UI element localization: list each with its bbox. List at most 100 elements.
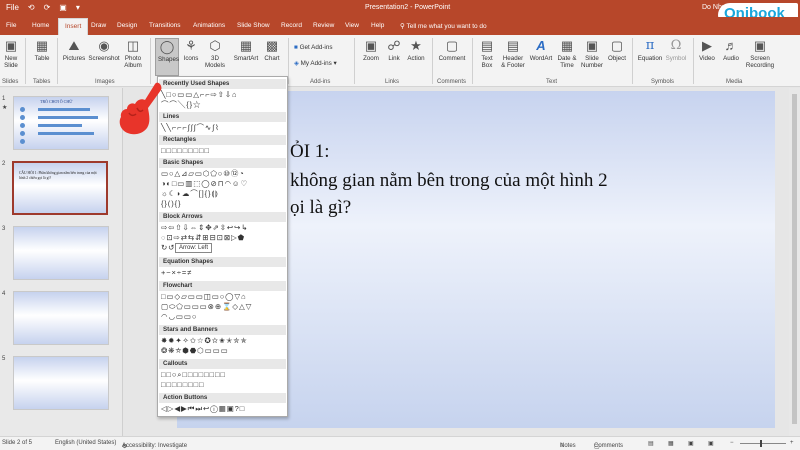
shape-row[interactable]: □□□□□□□□	[161, 381, 204, 389]
table-button[interactable]: ▦ Table	[32, 38, 52, 62]
table-label: Table	[34, 55, 50, 62]
start-slideshow-icon[interactable]: ▣	[59, 3, 67, 12]
slide-number-icon: ▣	[585, 38, 599, 53]
zoom-in-icon[interactable]: +	[790, 440, 794, 446]
shape-row[interactable]: ☼☾◗☁⌒[]{}⟬⟭	[161, 190, 219, 198]
slide-sorter-icon[interactable]: ▦	[668, 440, 674, 447]
slideshow-view-icon[interactable]: ▣	[708, 440, 714, 447]
screen-recording-button[interactable]: ▣ Screen Recording	[743, 38, 777, 69]
category-equation-shapes: Equation Shapes	[159, 257, 286, 267]
tab-help[interactable]: Help	[371, 22, 384, 29]
tab-transitions[interactable]: Transitions	[149, 22, 181, 29]
shape-row[interactable]: ▭○△⊿▱▭⬡⬠○⑩⑫◔	[161, 170, 245, 178]
shape-row[interactable]: ▢⬭⬠▭▭▭⊗⊕⌛◇△▽	[161, 303, 252, 311]
language-status[interactable]: English (United States)	[55, 440, 116, 446]
shape-row[interactable]: +−×÷=≠	[161, 269, 192, 277]
shape-row[interactable]: ◌⊡⇨⇄⇆⇵⊞⊟⊡⊠▷⬟	[161, 234, 245, 242]
get-addins-button[interactable]: ■ Get Add-ins	[294, 44, 332, 51]
category-stars-banners: Stars and Banners	[159, 325, 286, 335]
slide-thumbnail-1[interactable]: TRÒ CHƠI Ô CHỮ	[13, 96, 109, 150]
zoom-out-icon[interactable]: −	[730, 440, 734, 446]
slide-text-line-2[interactable]: không gian nằm bên trong của một hình 2	[290, 170, 608, 192]
tell-me-search[interactable]: ⚲ Tell me what you want to do	[400, 22, 487, 30]
customize-qat-icon[interactable]: ▾	[76, 3, 80, 12]
scrollbar-thumb[interactable]	[792, 94, 797, 424]
wordart-button[interactable]: A WordArt	[528, 38, 554, 62]
shape-row[interactable]: ◑◐□▭▥⬚◯⊘⊓◠☺♡	[161, 180, 248, 188]
new-slide-button[interactable]: ▣ New Slide	[2, 38, 20, 69]
audio-button[interactable]: ♬ Audio	[720, 38, 742, 62]
my-addins-button[interactable]: ◈ My Add-ins ▾	[294, 60, 337, 67]
shape-row[interactable]: ✸✹✦✧✩☆✪✫✬✭✮✯	[161, 337, 248, 345]
slide-thumbnail-3[interactable]	[13, 226, 109, 280]
shape-row[interactable]: ⌒⌒╲{}☆	[161, 101, 201, 109]
pane-splitter[interactable]	[122, 88, 123, 436]
shape-row[interactable]: ◠◡▭▭○	[161, 313, 197, 321]
vertical-scrollbar[interactable]	[789, 88, 800, 436]
text-box-icon: ▤	[480, 38, 494, 53]
icons-button[interactable]: ⚘ Icons	[181, 38, 201, 62]
equation-button[interactable]: π Equation	[635, 38, 665, 62]
category-block-arrows: Block Arrows	[159, 212, 286, 222]
zoom-button[interactable]: ▣ Zoom	[360, 38, 382, 62]
date-time-button[interactable]: ▦ Date & Time	[555, 38, 579, 69]
photo-album-button[interactable]: ◫ Photo Album	[121, 38, 145, 69]
tab-view[interactable]: View	[345, 22, 359, 29]
zoom-slider-thumb[interactable]	[760, 440, 762, 447]
file-quick-label[interactable]: File	[6, 3, 19, 12]
tab-review[interactable]: Review	[313, 22, 334, 29]
ribbon-tab-bar: File Home Insert Draw Design Transitions…	[0, 17, 800, 35]
text-box-button[interactable]: ▤ Text Box	[477, 38, 497, 69]
shape-row[interactable]: ❂❋⛤⬢⬣⬡▭▭▭	[161, 347, 229, 355]
object-button[interactable]: ▢ Object	[606, 38, 628, 62]
group-separator	[632, 38, 633, 84]
omega-icon: Ω	[670, 38, 682, 53]
tab-insert[interactable]: Insert	[58, 18, 89, 35]
screenshot-button[interactable]: ◉ Screenshot	[87, 38, 121, 62]
header-footer-button[interactable]: ▤ Header & Footer	[499, 38, 527, 69]
symbol-button[interactable]: Ω Symbol	[664, 38, 688, 62]
tab-animations[interactable]: Animations	[193, 22, 225, 29]
pictures-button[interactable]: ⛰ Pictures	[62, 38, 86, 62]
redo-icon[interactable]: ⟳	[44, 3, 51, 12]
comment-button[interactable]: ▢ Comment	[436, 38, 468, 62]
shape-row[interactable]: □□□□□□□□□	[161, 147, 210, 155]
thumbnail-bar	[38, 132, 94, 135]
shape-row[interactable]: □□○⌕□□□□□□□□	[161, 371, 226, 379]
comments-label: Comments	[594, 443, 624, 449]
shapes-button[interactable]: ◯ Shapes	[155, 38, 179, 76]
tab-home[interactable]: Home	[32, 22, 49, 29]
new-slide-label-2: Slide	[4, 62, 18, 69]
normal-view-icon[interactable]: ▤	[648, 440, 654, 447]
slide-text-line-3[interactable]: ọi là gì?	[290, 197, 351, 219]
tab-record[interactable]: Record	[281, 22, 302, 29]
reading-view-icon[interactable]: ▣	[688, 440, 694, 447]
shape-row[interactable]: ⇨⇦⇧⇩⇔⇕✥⇗⇳↩↪↳	[161, 224, 248, 232]
tab-slide-show[interactable]: Slide Show	[237, 22, 270, 29]
smartart-button[interactable]: ▦ SmartArt	[231, 38, 261, 62]
shape-row[interactable]: ╲□○▭▭△⌐⌐⇨⇧⇩⌂	[161, 91, 237, 99]
slide-thumbnail-4[interactable]	[13, 291, 109, 345]
slide-number-button[interactable]: ▣ Slide Number	[579, 38, 605, 69]
slide-text-line-1[interactable]: ỎI 1:	[290, 141, 330, 163]
tab-draw[interactable]: Draw	[91, 22, 106, 29]
date-time-label-2: Time	[560, 62, 574, 69]
tab-file[interactable]: File	[6, 22, 16, 29]
video-button[interactable]: ▶ Video	[697, 38, 717, 62]
link-button[interactable]: ☍ Link	[384, 38, 404, 62]
shape-row[interactable]: □▭◇▱▭▭◫▭○◯▽⌂	[161, 293, 247, 301]
shape-row[interactable]: {}(){}	[161, 200, 181, 208]
chart-button[interactable]: ▩ Chart	[262, 38, 282, 62]
zoom-slider[interactable]	[740, 443, 786, 444]
shape-row[interactable]: ◁▷◀▶⏮⏭↩ⓘ▦▣?□	[161, 405, 245, 413]
action-button[interactable]: ★ Action	[405, 38, 427, 62]
3d-models-button[interactable]: ⬡ 3D Models	[203, 38, 227, 69]
slide-thumbnail-2[interactable]: CÂU HỎI 1: Phần không gian nằm bên trong…	[12, 161, 108, 215]
screen-recording-label-1: Screen	[750, 55, 770, 62]
tab-design[interactable]: Design	[117, 22, 137, 29]
slide-thumbnail-5[interactable]	[13, 356, 109, 410]
shape-row[interactable]: ╲╲⌐⌐⌐∫∫∫⌒∿∫⌇	[161, 124, 220, 132]
thumbnail-dot	[20, 131, 25, 136]
notes-label: Notes	[560, 443, 576, 449]
undo-icon[interactable]: ⟲	[28, 3, 35, 12]
